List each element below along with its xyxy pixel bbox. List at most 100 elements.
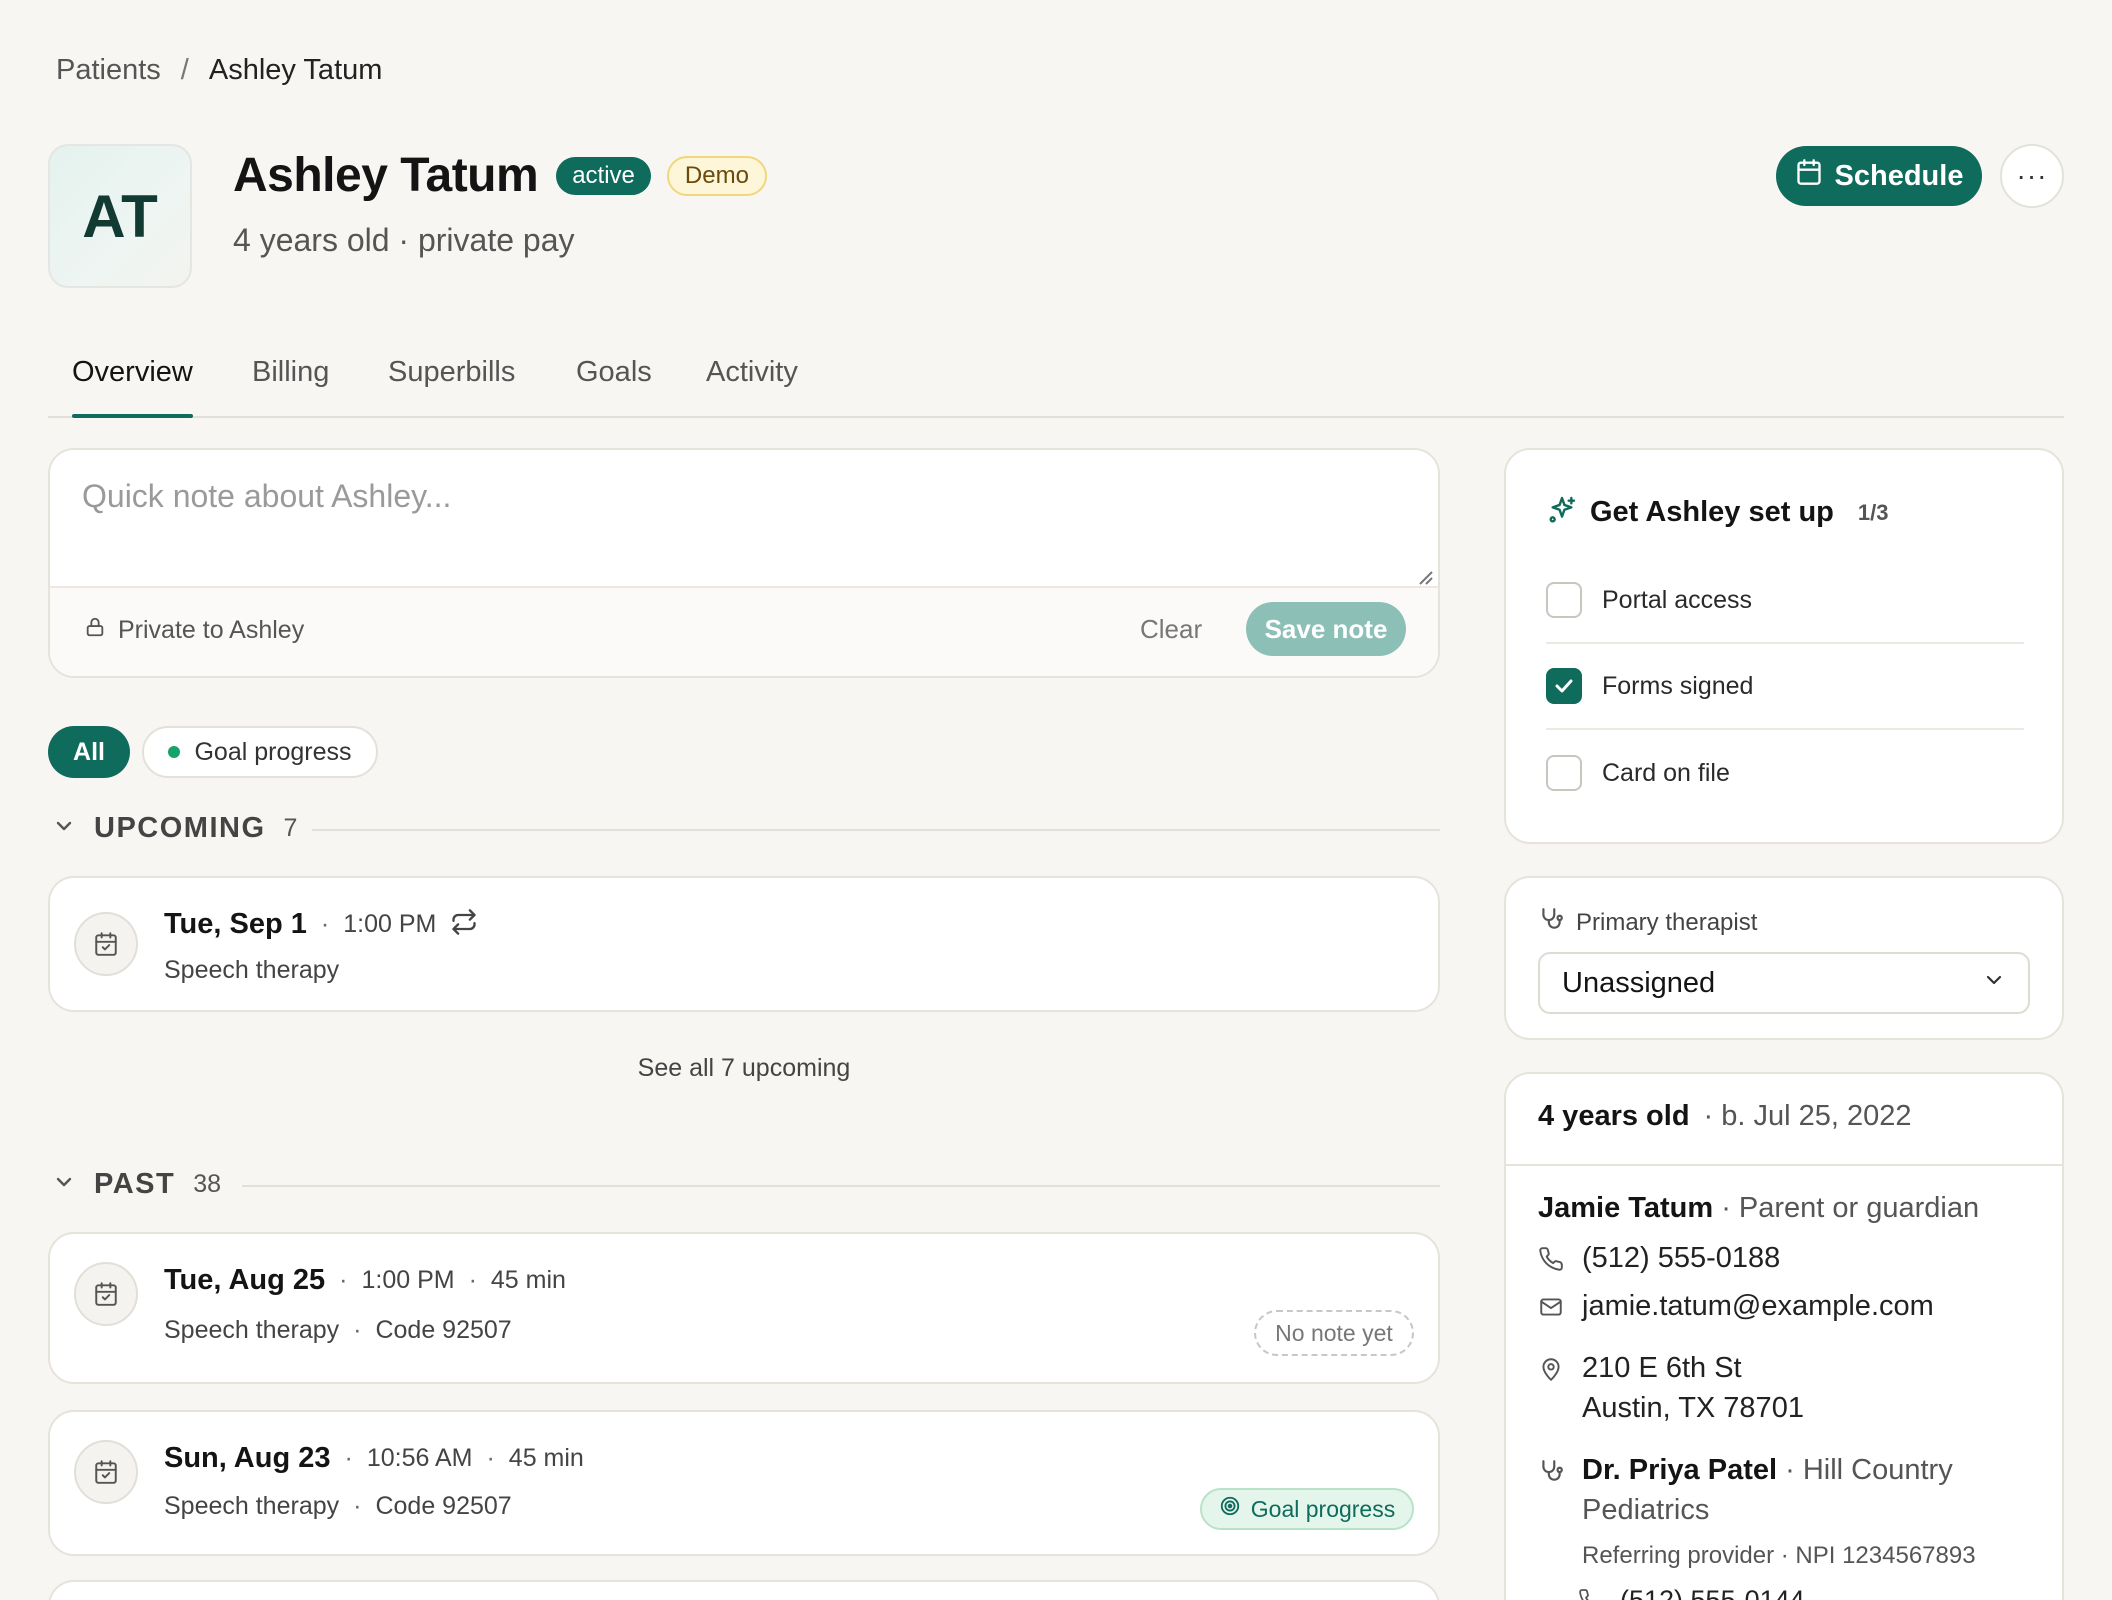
tab-superbills[interactable]: Superbills <box>388 356 515 416</box>
more-options-button[interactable]: ··· <box>2000 144 2064 208</box>
schedule-label: Schedule <box>1834 159 1964 192</box>
stethoscope-icon <box>1538 906 1564 939</box>
calendar-check-icon <box>74 912 138 976</box>
checklist-label: Portal access <box>1602 585 1753 614</box>
setup-header: Get Ashley set up 1/3 <box>1546 494 1888 531</box>
filter-goal-progress-chip[interactable]: Goal progress <box>142 726 378 778</box>
status-badge: active <box>556 156 651 195</box>
repeat-icon <box>450 908 478 941</box>
sparkle-icon <box>1546 494 1578 531</box>
filter-all-chip[interactable]: All <box>48 726 130 778</box>
note-footer: Private to Ashley Clear Save note <box>50 588 1438 676</box>
checklist-label: Forms signed <box>1602 671 1754 700</box>
checkbox[interactable] <box>1546 755 1582 791</box>
appointment-card-partial[interactable] <box>48 1580 1440 1600</box>
patient-birthday: · b. Jul 25, 2022 <box>1703 1100 1912 1132</box>
breadcrumb-patients-link[interactable]: Patients <box>56 54 161 87</box>
patient-info-card: 4 years old · b. Jul 25, 2022 Jamie Tatu… <box>1504 1072 2064 1600</box>
appointment-date: Tue, Aug 25 <box>164 1264 326 1296</box>
upcoming-title: UPCOMING <box>94 812 266 844</box>
upcoming-section-header[interactable]: UPCOMING 7 <box>52 812 297 845</box>
chevron-down-icon <box>1982 967 2006 1000</box>
page-title: Ashley Tatum <box>233 149 539 202</box>
guardian-phone-row[interactable]: (512) 555-0188 <box>1538 1238 1780 1278</box>
setup-progress: 1/3 <box>1857 499 1889 525</box>
see-all-upcoming-link[interactable]: See all 7 upcoming <box>48 1054 1440 1083</box>
upcoming-divider <box>312 829 1440 831</box>
tab-bar: Overview Billing Superbills Goals Activi… <box>48 356 2064 418</box>
appointment-details: Speech therapy · Code 92507 <box>164 1316 512 1344</box>
guardian-email: jamie.tatum@example.com <box>1582 1290 1934 1322</box>
filter-goal-label: Goal progress <box>194 737 352 766</box>
patient-name-row: Ashley Tatum active Demo <box>233 148 767 203</box>
clear-button[interactable]: Clear <box>1140 614 1202 645</box>
save-note-button[interactable]: Save note <box>1246 602 1406 656</box>
checklist-item-portal-access[interactable]: Portal access <box>1546 558 2024 644</box>
appointment-time: 10:56 AM <box>366 1444 473 1472</box>
referrer-org: · Hill Country <box>1785 1454 1953 1486</box>
appointment-service: Speech therapy <box>164 956 340 984</box>
appointment-card[interactable]: Sun, Aug 23 · 10:56 AM · 45 min Speech t… <box>48 1410 1440 1556</box>
guardian-row: Jamie Tatum · Parent or guardian <box>1538 1192 1979 1225</box>
appointment-service: Speech therapy <box>164 1316 340 1344</box>
therapist-select[interactable]: Unassigned <box>1538 952 2030 1014</box>
avatar: AT <box>48 144 192 288</box>
calendar-check-icon <box>74 1262 138 1326</box>
appointment-date: Sun, Aug 23 <box>164 1442 331 1474</box>
guardian-phone: (512) 555-0188 <box>1582 1242 1781 1274</box>
tab-activity[interactable]: Activity <box>706 356 798 416</box>
info-divider <box>1506 1164 2062 1166</box>
checkbox-checked[interactable] <box>1546 668 1582 704</box>
guardian-email-row[interactable]: jamie.tatum@example.com <box>1538 1286 1934 1326</box>
appointment-details: Speech therapy <box>164 956 339 985</box>
appointment-date: Tue, Sep 1 <box>164 908 307 940</box>
guardian-role: · Parent or guardian <box>1721 1192 1980 1224</box>
address-line-2: Austin, TX 78701 <box>1582 1392 1804 1424</box>
referrer-phone-row[interactable]: (512) 555-0144 <box>1578 1580 1805 1600</box>
appointment-time: 1:00 PM <box>361 1266 455 1294</box>
quick-note-input[interactable] <box>50 450 1438 588</box>
primary-therapist-card: Primary therapist Unassigned <box>1504 876 2064 1040</box>
lock-icon <box>84 616 106 645</box>
referrer-name: Dr. Priya Patel <box>1582 1454 1778 1486</box>
appointment-card[interactable]: Tue, Sep 1 · 1:00 PM Speech therapy <box>48 876 1440 1012</box>
tab-goals[interactable]: Goals <box>576 356 652 416</box>
address-line-1: 210 E 6th St <box>1582 1352 1742 1384</box>
chevron-down-icon <box>52 814 76 843</box>
schedule-button[interactable]: Schedule <box>1776 146 1982 206</box>
referrer-org-2: Pediatrics <box>1582 1494 1710 1526</box>
appointment-service: Speech therapy <box>164 1492 340 1520</box>
calendar-icon <box>1795 158 1823 194</box>
address-row: 210 E 6th St Austin, TX 78701 <box>1538 1348 1804 1428</box>
check-icon <box>1555 679 1573 693</box>
privacy-indicator: Private to Ashley <box>84 616 304 645</box>
setup-checklist-card: Get Ashley set up 1/3 Portal access Form… <box>1504 448 2064 844</box>
appointment-summary: Sun, Aug 23 · 10:56 AM · 45 min <box>164 1442 584 1474</box>
green-dot-icon <box>168 746 181 758</box>
checkbox[interactable] <box>1546 582 1582 618</box>
phone-icon <box>1579 1589 1589 1600</box>
past-section-header[interactable]: PAST 38 <box>52 1168 221 1201</box>
phone-icon <box>1539 1247 1563 1271</box>
guardian-name: Jamie Tatum <box>1538 1192 1714 1224</box>
checklist-item-card-on-file[interactable]: Card on file <box>1546 730 2024 816</box>
past-divider <box>242 1185 1440 1187</box>
appointment-code: Code 92507 <box>375 1316 512 1344</box>
goal-progress-badge[interactable]: Goal progress <box>1200 1488 1414 1530</box>
appointment-summary: Tue, Sep 1 · 1:00 PM <box>164 908 478 941</box>
tab-overview[interactable]: Overview <box>72 356 193 418</box>
tab-billing[interactable]: Billing <box>252 356 329 416</box>
no-note-badge[interactable]: No note yet <box>1254 1310 1414 1356</box>
goal-progress-label: Goal progress <box>1250 1495 1396 1522</box>
appointment-card[interactable]: Tue, Aug 25 · 1:00 PM · 45 min Speech th… <box>48 1232 1440 1384</box>
checklist-item-forms-signed[interactable]: Forms signed <box>1546 644 2024 730</box>
past-count: 38 <box>193 1170 222 1198</box>
target-icon <box>1219 1495 1241 1523</box>
resize-handle-icon[interactable] <box>1416 568 1434 586</box>
breadcrumb-separator: / <box>180 54 189 86</box>
mail-icon <box>1540 1298 1562 1316</box>
patient-age: 4 years old <box>1538 1100 1690 1132</box>
breadcrumb: Patients / Ashley Tatum <box>56 54 382 87</box>
referrer-row: Dr. Priya Patel · Hill Country Pediatric… <box>1538 1450 1953 1530</box>
appointment-details: Speech therapy · Code 92507 <box>164 1492 512 1520</box>
